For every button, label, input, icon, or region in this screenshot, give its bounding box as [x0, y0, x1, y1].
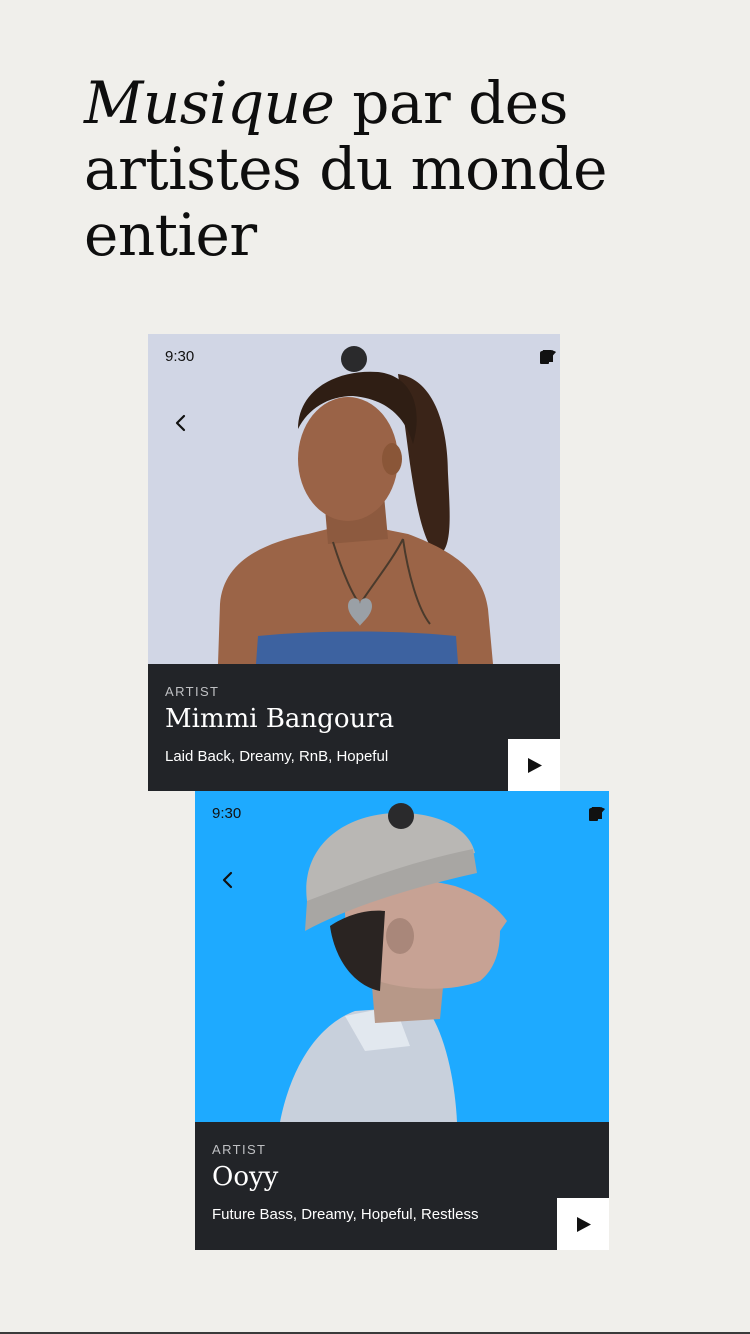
artist-info-panel: ARTIST Ooyy Future Bass, Dreamy, Hopeful…	[195, 1122, 609, 1250]
artist-info-panel: ARTIST Mimmi Bangoura Laid Back, Dreamy,…	[148, 664, 560, 791]
artist-card-ooyy[interactable]: 9:30 ARTIST Ooyy Future Bass, Dreamy, Ho…	[195, 791, 609, 1250]
page-headline: Musique par des artistes du monde entier	[84, 70, 704, 268]
camera-cutout	[341, 346, 367, 372]
play-button[interactable]	[508, 739, 560, 791]
artist-portrait-illustration	[280, 812, 507, 1122]
battery-icon	[589, 807, 598, 821]
camera-cutout	[388, 803, 414, 829]
status-time: 9:30	[165, 348, 195, 365]
back-button[interactable]	[215, 867, 241, 893]
headline-italic: Musique	[84, 69, 335, 137]
play-icon	[528, 758, 542, 773]
artist-card-mimmi[interactable]: 9:30 ARTIST Mimmi Bangoura Laid Back, Dr…	[148, 334, 560, 791]
play-icon	[577, 1217, 591, 1232]
artist-label: ARTIST	[165, 684, 220, 699]
artist-name: Ooyy	[212, 1162, 279, 1192]
artist-name: Mimmi Bangoura	[165, 704, 395, 734]
back-button[interactable]	[168, 410, 194, 436]
artist-portrait-illustration	[218, 371, 493, 664]
artist-label: ARTIST	[212, 1142, 267, 1157]
artist-tags: Laid Back, Dreamy, RnB, Hopeful	[165, 748, 389, 765]
battery-icon	[540, 350, 549, 364]
artist-photo: 9:30	[148, 334, 560, 664]
back-arrow-icon	[222, 871, 233, 889]
artist-tags: Future Bass, Dreamy, Hopeful, Restless	[212, 1206, 479, 1223]
artist-photo: 9:30	[195, 791, 609, 1122]
back-arrow-icon	[175, 414, 186, 432]
status-time: 9:30	[212, 805, 242, 822]
play-button[interactable]	[557, 1198, 609, 1250]
